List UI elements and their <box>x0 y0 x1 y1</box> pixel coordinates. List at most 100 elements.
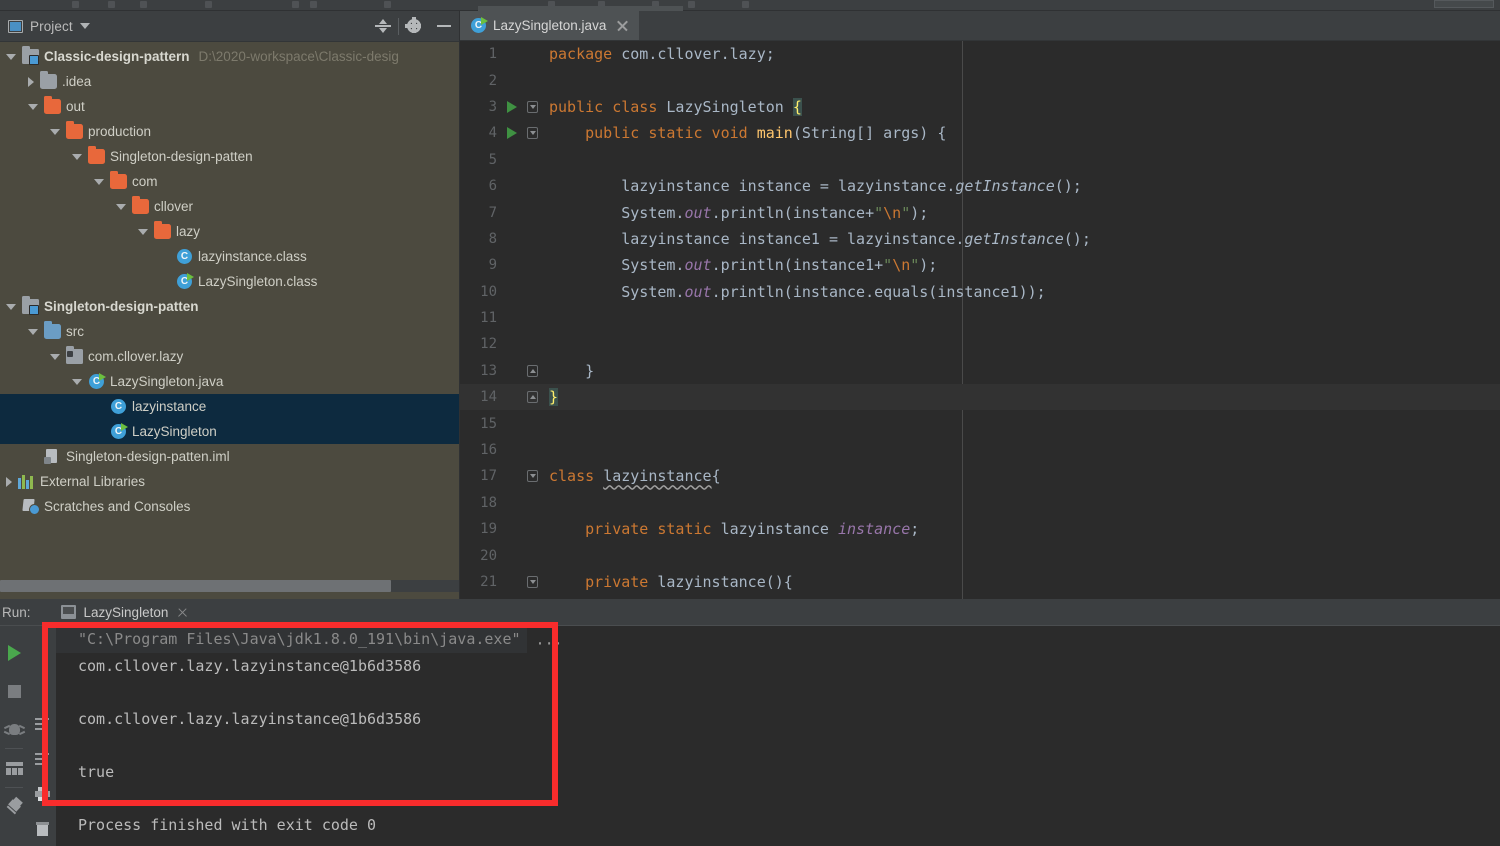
debug-button[interactable] <box>0 710 28 748</box>
chevron-down-icon[interactable] <box>6 303 16 310</box>
tree-node-lazysingleton-node[interactable]: LazySingleton <box>0 419 459 444</box>
tree-node-lazy[interactable]: lazy <box>0 219 459 244</box>
tree-node-out[interactable]: out <box>0 94 459 119</box>
code-line-11[interactable]: 11 <box>459 305 1500 331</box>
code-line-21[interactable]: 21 private lazyinstance(){ <box>459 569 1500 595</box>
fold-toggle[interactable] <box>521 127 543 140</box>
code-line-9[interactable]: 9 System.out.println(instance1+"\n"); <box>459 252 1500 278</box>
tree-node-lazyinstance-class[interactable]: lazyinstance.class <box>0 244 459 269</box>
editor-tab-lazysingleton[interactable]: LazySingleton.java <box>459 11 641 40</box>
tree-node-com[interactable]: com <box>0 169 459 194</box>
fold-toggle[interactable] <box>521 100 543 113</box>
settings-button[interactable] <box>399 11 429 42</box>
project-tree[interactable]: Classic-design-pattern D:\2020-workspace\… <box>0 42 459 519</box>
line-number: 4 <box>488 125 497 142</box>
folder-orange-icon <box>88 146 105 164</box>
code-text-area[interactable]: 1 package com.cllover.lazy; 2 3 public class… <box>459 41 1500 599</box>
close-icon[interactable] <box>616 19 629 32</box>
restore-layout-button[interactable] <box>0 749 28 787</box>
code-line-7[interactable]: 7 System.out.println(instance+"\n"); <box>459 199 1500 225</box>
chevron-down-icon[interactable] <box>28 103 38 110</box>
chevron-down-icon[interactable] <box>138 228 148 235</box>
tree-node-label: Singleton-design-patten <box>44 299 199 314</box>
run-tab-lazysingleton[interactable]: LazySingleton <box>60 605 189 620</box>
run-gutter-button[interactable] <box>503 100 521 113</box>
tree-node-production[interactable]: production <box>0 119 459 144</box>
fold-toggle[interactable] <box>521 576 543 588</box>
fold-toggle[interactable] <box>521 364 543 377</box>
scrollbar-thumb[interactable] <box>0 580 391 592</box>
code-line-12[interactable]: 12 <box>459 331 1500 357</box>
tree-node-classic-design-pattern[interactable]: Classic-design-pattern D:\2020-workspace\… <box>0 44 459 69</box>
scrollbar-track[interactable] <box>391 580 459 592</box>
collapse-all-icon <box>375 18 391 34</box>
chevron-down-icon[interactable] <box>94 178 104 185</box>
chevron-down-icon[interactable] <box>72 378 82 385</box>
code-line-10[interactable]: 10 System.out.println(instance.equals(in… <box>459 279 1500 305</box>
scroll-to-end-button[interactable] <box>29 741 55 776</box>
code-line-19[interactable]: 19 private static lazyinstance instance; <box>459 516 1500 542</box>
code-line-3[interactable]: 3 public class LazySingleton { <box>459 94 1500 120</box>
tree-node-com-cllover-lazy[interactable]: com.cllover.lazy <box>0 344 459 369</box>
code-line-5[interactable]: 5 <box>459 147 1500 173</box>
code-line-2[interactable]: 2 <box>459 67 1500 93</box>
tree-node-idea[interactable]: .idea <box>0 69 459 94</box>
tree-node-src[interactable]: src <box>0 319 459 344</box>
tree-node-lazysingleton-java[interactable]: LazySingleton.java <box>0 369 459 394</box>
run-toolbar-console <box>29 626 55 846</box>
code-line-6[interactable]: 6 lazyinstance instance = lazyinstance.g… <box>459 173 1500 199</box>
toolbar-search-box[interactable] <box>1434 0 1494 8</box>
chevron-right-icon[interactable] <box>6 476 12 487</box>
chevron-down-icon[interactable] <box>50 128 60 135</box>
code-line-17[interactable]: 17 class lazyinstance{ <box>459 463 1500 489</box>
chevron-down-icon[interactable] <box>50 353 60 360</box>
code-line-8[interactable]: 8 lazyinstance instance1 = lazyinstance.… <box>459 226 1500 252</box>
chevron-down-icon[interactable] <box>72 153 82 160</box>
tree-node-label: LazySingleton.java <box>110 374 224 389</box>
fold-toggle[interactable] <box>521 391 543 404</box>
code-line-15[interactable]: 15 <box>459 410 1500 436</box>
tree-node-lazyinstance-node[interactable]: lazyinstance <box>0 394 459 419</box>
line-number: 3 <box>488 98 497 115</box>
tree-node-lazysingleton-class[interactable]: LazySingleton.class <box>0 269 459 294</box>
code-line-16[interactable]: 16 <box>459 437 1500 463</box>
code-line-20[interactable]: 20 <box>459 542 1500 568</box>
folder-orange-icon <box>154 221 171 239</box>
tree-node-scratches[interactable]: Scratches and Consoles <box>0 494 459 519</box>
soft-wrap-button[interactable] <box>29 706 55 741</box>
chevron-down-icon[interactable] <box>28 328 38 335</box>
run-gutter-button[interactable] <box>503 127 521 140</box>
project-tree-hscrollbar[interactable] <box>0 575 459 599</box>
close-icon[interactable] <box>177 607 188 618</box>
chevron-right-icon[interactable] <box>28 76 34 87</box>
tree-node-cllover[interactable]: cllover <box>0 194 459 219</box>
code-line-4[interactable]: 4 public static void main(String[] args)… <box>459 120 1500 146</box>
pin-tab-button[interactable] <box>0 788 28 826</box>
tree-node-singleton-design-patten[interactable]: Singleton-design-patten <box>0 294 459 319</box>
rerun-button[interactable] <box>0 634 28 672</box>
panel-divider[interactable] <box>459 11 460 599</box>
chevron-down-icon[interactable] <box>79 23 90 29</box>
code-line-18[interactable]: 18 <box>459 490 1500 516</box>
chevron-down-icon[interactable] <box>116 203 126 210</box>
clear-all-button[interactable] <box>29 811 55 846</box>
code-line-1[interactable]: 1 package com.cllover.lazy; <box>459 41 1500 67</box>
chevron-down-icon[interactable] <box>6 53 16 60</box>
console-output[interactable]: "C:\Program Files\Java\jdk1.8.0_191\bin\… <box>56 626 1500 846</box>
fold-toggle[interactable] <box>521 470 543 483</box>
tree-node-external-libraries[interactable]: External Libraries <box>0 469 459 494</box>
tree-node-singleton-design-patten-out[interactable]: Singleton-design-patten <box>0 144 459 169</box>
line-number: 11 <box>480 310 497 327</box>
stop-button[interactable] <box>0 672 28 710</box>
code-line-14[interactable]: 14} <box>459 384 1500 411</box>
tree-node-iml[interactable]: Singleton-design-patten.iml <box>0 444 459 469</box>
print-button[interactable] <box>29 776 55 811</box>
code-line-13[interactable]: 13 } <box>459 358 1500 384</box>
hide-panel-button[interactable] <box>429 11 459 42</box>
code-text: class lazyinstance{ <box>549 467 721 486</box>
collapse-all-button[interactable] <box>368 11 398 42</box>
